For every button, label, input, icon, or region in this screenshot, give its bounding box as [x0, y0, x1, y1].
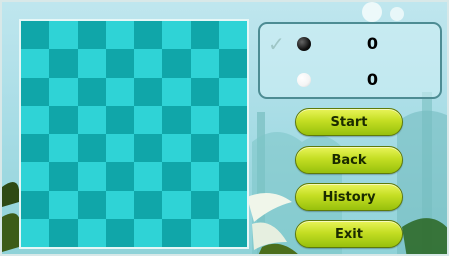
board-square[interactable]: [162, 21, 191, 50]
board-square[interactable]: [49, 134, 78, 163]
board-square[interactable]: [134, 105, 163, 134]
board-square[interactable]: [49, 162, 78, 191]
black-score-row: ✓ 0: [260, 32, 440, 56]
board-square[interactable]: [162, 218, 191, 247]
board-square[interactable]: [21, 21, 50, 50]
board-square[interactable]: [21, 218, 50, 247]
board-square[interactable]: [105, 105, 134, 134]
board-square[interactable]: [134, 77, 163, 106]
board-square[interactable]: [218, 77, 247, 106]
board-square[interactable]: [21, 77, 50, 106]
board-square[interactable]: [218, 218, 247, 247]
board-square[interactable]: [77, 190, 106, 219]
board-square[interactable]: [190, 134, 219, 163]
board-square[interactable]: [218, 162, 247, 191]
game-board[interactable]: [19, 19, 249, 249]
board-square[interactable]: [49, 49, 78, 78]
board-square[interactable]: [162, 105, 191, 134]
board-square[interactable]: [190, 105, 219, 134]
game-window: ✓ 0 0 Start Back History Exit: [0, 0, 449, 256]
white-score-row: 0: [260, 68, 440, 92]
start-button[interactable]: Start: [295, 108, 403, 136]
board-square[interactable]: [190, 21, 219, 50]
board-square[interactable]: [105, 77, 134, 106]
board-square[interactable]: [77, 21, 106, 50]
board-square[interactable]: [105, 218, 134, 247]
exit-button[interactable]: Exit: [295, 220, 403, 248]
board-square[interactable]: [190, 77, 219, 106]
board-square[interactable]: [77, 49, 106, 78]
board-square[interactable]: [21, 134, 50, 163]
board-square[interactable]: [21, 190, 50, 219]
check-icon: ✓: [268, 32, 285, 56]
board-square[interactable]: [105, 190, 134, 219]
board-square[interactable]: [190, 190, 219, 219]
board-square[interactable]: [77, 134, 106, 163]
board-square[interactable]: [162, 77, 191, 106]
board-square[interactable]: [21, 162, 50, 191]
board-square[interactable]: [105, 21, 134, 50]
board-square[interactable]: [218, 49, 247, 78]
board-square[interactable]: [49, 21, 78, 50]
board-square[interactable]: [162, 162, 191, 191]
board-square[interactable]: [134, 49, 163, 78]
board-square[interactable]: [105, 162, 134, 191]
board-square[interactable]: [105, 49, 134, 78]
board-square[interactable]: [49, 77, 78, 106]
board-square[interactable]: [218, 105, 247, 134]
board-square[interactable]: [218, 21, 247, 50]
score-panel: ✓ 0 0: [258, 22, 442, 99]
board-square[interactable]: [162, 49, 191, 78]
black-stone-icon: [297, 37, 311, 51]
white-stone-icon: [297, 73, 311, 87]
board-square[interactable]: [190, 162, 219, 191]
board-square[interactable]: [105, 134, 134, 163]
board-square[interactable]: [77, 162, 106, 191]
board-square[interactable]: [134, 190, 163, 219]
board-square[interactable]: [218, 134, 247, 163]
board-square[interactable]: [190, 49, 219, 78]
board-square[interactable]: [134, 162, 163, 191]
board-square[interactable]: [77, 77, 106, 106]
board-square[interactable]: [49, 105, 78, 134]
black-score: 0: [366, 34, 378, 53]
board-square[interactable]: [134, 218, 163, 247]
board-square[interactable]: [77, 218, 106, 247]
white-score: 0: [366, 70, 378, 89]
board-square[interactable]: [49, 190, 78, 219]
board-square[interactable]: [190, 218, 219, 247]
board-square[interactable]: [49, 218, 78, 247]
board-square[interactable]: [134, 21, 163, 50]
board-square[interactable]: [162, 190, 191, 219]
board-square[interactable]: [21, 105, 50, 134]
board-square[interactable]: [134, 134, 163, 163]
board-square[interactable]: [21, 49, 50, 78]
board-square[interactable]: [77, 105, 106, 134]
back-button[interactable]: Back: [295, 146, 403, 174]
history-button[interactable]: History: [295, 183, 403, 211]
board-square[interactable]: [218, 190, 247, 219]
board-square[interactable]: [162, 134, 191, 163]
